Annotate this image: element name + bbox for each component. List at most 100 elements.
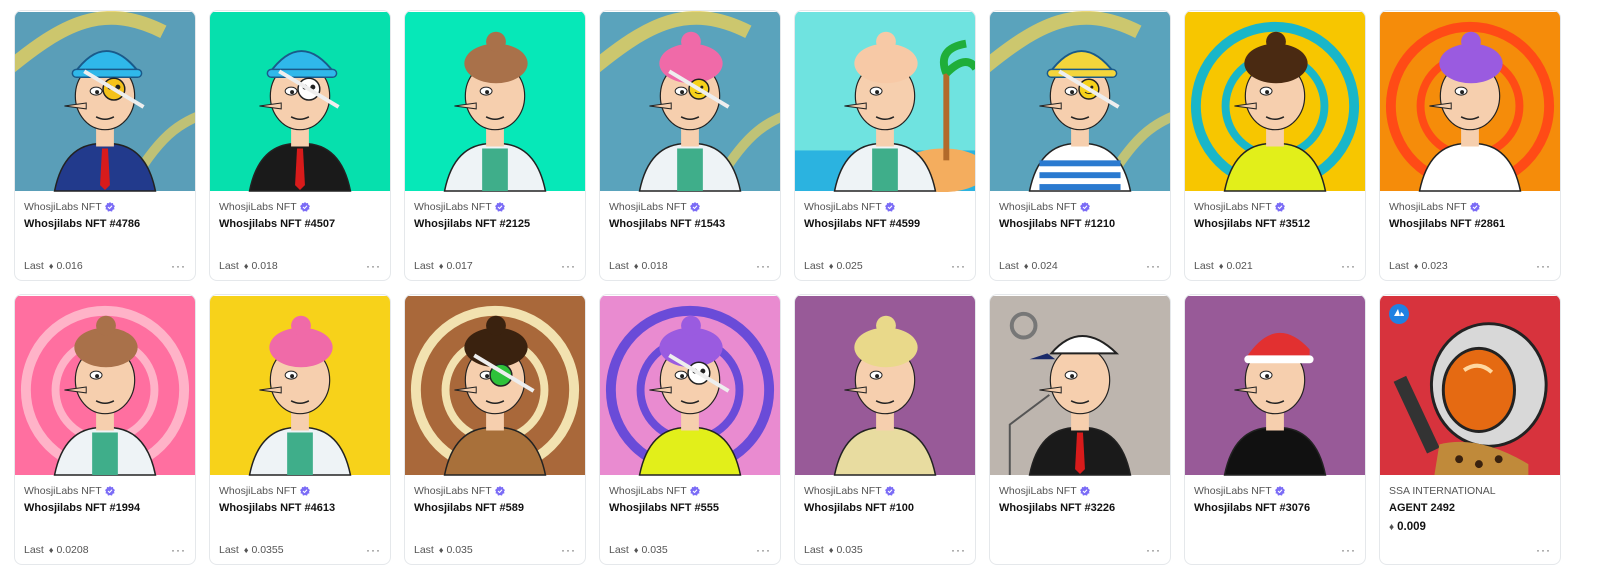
nft-card[interactable]: WhosjiLabs NFT Whosjilabs NFT #1994 Last ♦ 0… (14, 294, 196, 565)
nft-image[interactable] (405, 295, 585, 476)
collection-name[interactable]: WhosjiLabs NFT (24, 200, 186, 214)
collection-label: WhosjiLabs NFT (609, 485, 687, 497)
verified-badge-icon (494, 202, 505, 212)
nft-name[interactable]: Whosjilabs NFT #3512 (1194, 218, 1356, 230)
nft-card[interactable]: WhosjiLabs NFT Whosjilabs NFT #100 Last ♦ 0.… (794, 294, 976, 565)
nft-image[interactable] (15, 11, 195, 192)
more-options-icon[interactable]: ··· (366, 259, 381, 273)
nft-name[interactable]: Whosjilabs NFT #2861 (1389, 218, 1551, 230)
nft-card[interactable]: SSA INTERNATIONAL AGENT 2492 ♦ 0.009 ··· (1379, 294, 1561, 565)
nft-name[interactable]: Whosjilabs NFT #2125 (414, 218, 576, 230)
nft-name[interactable]: Whosjilabs NFT #4613 (219, 502, 381, 514)
nft-card[interactable]: WhosjiLabs NFT Whosjilabs NFT #589 Last ♦ 0.… (404, 294, 586, 565)
more-options-icon[interactable]: ··· (1536, 259, 1551, 273)
nft-name[interactable]: Whosjilabs NFT #555 (609, 502, 771, 514)
more-options-icon[interactable]: ··· (561, 543, 576, 557)
collection-name[interactable]: WhosjiLabs NFT (414, 200, 576, 214)
collection-name[interactable]: WhosjiLabs NFT (1194, 484, 1356, 498)
nft-card[interactable]: WhosjiLabs NFT Whosjilabs NFT #4786 Last ♦ 0… (14, 10, 196, 281)
last-sale-price: 0.035 (446, 544, 473, 556)
nft-image[interactable] (405, 11, 585, 192)
collection-name[interactable]: WhosjiLabs NFT (219, 200, 381, 214)
nft-card[interactable]: WhosjiLabs NFT Whosjilabs NFT #555 Last ♦ 0.… (599, 294, 781, 565)
last-sale-price: 0.025 (836, 260, 863, 272)
collection-name[interactable]: WhosjiLabs NFT (24, 484, 186, 498)
ethereum-icon: ♦ (48, 545, 54, 555)
nft-name[interactable]: Whosjilabs NFT #4786 (24, 218, 186, 230)
more-options-icon[interactable]: ··· (756, 543, 771, 557)
ethereum-icon: ♦ (1218, 261, 1224, 271)
nft-card[interactable]: WhosjiLabs NFT Whosjilabs NFT #3512 Last ♦ 0… (1184, 10, 1366, 281)
ethereum-icon: ♦ (438, 545, 444, 555)
nft-name[interactable]: Whosjilabs NFT #100 (804, 502, 966, 514)
more-options-icon[interactable]: ··· (1536, 543, 1551, 557)
collection-label: WhosjiLabs NFT (414, 485, 492, 497)
nft-card[interactable]: WhosjiLabs NFT Whosjilabs NFT #3226 ··· (989, 294, 1171, 565)
nft-name[interactable]: Whosjilabs NFT #4507 (219, 218, 381, 230)
nft-image[interactable] (210, 295, 390, 476)
nft-card[interactable]: WhosjiLabs NFT Whosjilabs NFT #2125 Last ♦ 0… (404, 10, 586, 281)
chain-badge-icon (1389, 304, 1409, 324)
nft-card[interactable]: WhosjiLabs NFT Whosjilabs NFT #2861 Last ♦ 0… (1379, 10, 1561, 281)
nft-card[interactable]: WhosjiLabs NFT Whosjilabs NFT #4599 Last ♦ 0… (794, 10, 976, 281)
more-options-icon[interactable]: ··· (1341, 543, 1356, 557)
collection-name[interactable]: WhosjiLabs NFT (1194, 200, 1356, 214)
nft-image[interactable] (795, 11, 975, 192)
more-options-icon[interactable]: ··· (1146, 259, 1161, 273)
nft-card[interactable]: WhosjiLabs NFT Whosjilabs NFT #3076 ··· (1184, 294, 1366, 565)
nft-card[interactable]: WhosjiLabs NFT Whosjilabs NFT #4613 Last ♦ 0… (209, 294, 391, 565)
verified-badge-icon (1079, 202, 1090, 212)
nft-name[interactable]: Whosjilabs NFT #1994 (24, 502, 186, 514)
verified-badge-icon (689, 202, 700, 212)
more-options-icon[interactable]: ··· (756, 259, 771, 273)
nft-image[interactable] (1185, 295, 1365, 476)
nft-name[interactable]: AGENT 2492 (1389, 502, 1551, 514)
nft-image[interactable] (1185, 11, 1365, 192)
nft-image[interactable] (990, 295, 1170, 476)
collection-name[interactable]: WhosjiLabs NFT (609, 484, 771, 498)
collection-name[interactable]: WhosjiLabs NFT (804, 484, 966, 498)
more-options-icon[interactable]: ··· (951, 259, 966, 273)
nft-name[interactable]: Whosjilabs NFT #589 (414, 502, 576, 514)
collection-name[interactable]: WhosjiLabs NFT (414, 484, 576, 498)
nft-image[interactable] (210, 11, 390, 192)
collection-name[interactable]: WhosjiLabs NFT (999, 200, 1161, 214)
collection-label: WhosjiLabs NFT (1389, 201, 1467, 213)
nft-image[interactable] (990, 11, 1170, 192)
last-sale-label: Last (1194, 260, 1214, 272)
nft-name[interactable]: Whosjilabs NFT #4599 (804, 218, 966, 230)
nft-image[interactable] (1380, 11, 1560, 192)
more-options-icon[interactable]: ··· (951, 543, 966, 557)
verified-badge-icon (1079, 486, 1090, 496)
nft-name[interactable]: Whosjilabs NFT #1543 (609, 218, 771, 230)
more-options-icon[interactable]: ··· (171, 259, 186, 273)
nft-name[interactable]: Whosjilabs NFT #1210 (999, 218, 1161, 230)
verified-badge-icon (884, 202, 895, 212)
collection-name[interactable]: SSA INTERNATIONAL (1389, 484, 1551, 498)
more-options-icon[interactable]: ··· (1341, 259, 1356, 273)
last-sale-price: 0.018 (641, 260, 668, 272)
nft-image[interactable] (600, 295, 780, 476)
collection-name[interactable]: WhosjiLabs NFT (609, 200, 771, 214)
more-options-icon[interactable]: ··· (366, 543, 381, 557)
nft-image[interactable] (795, 295, 975, 476)
nft-card[interactable]: WhosjiLabs NFT Whosjilabs NFT #1210 Last ♦ 0… (989, 10, 1171, 281)
ethereum-icon: ♦ (48, 261, 54, 271)
verified-badge-icon (884, 486, 895, 496)
nft-card[interactable]: WhosjiLabs NFT Whosjilabs NFT #1543 Last ♦ 0… (599, 10, 781, 281)
collection-name[interactable]: WhosjiLabs NFT (999, 484, 1161, 498)
more-options-icon[interactable]: ··· (1146, 543, 1161, 557)
verified-badge-icon (104, 202, 115, 212)
nft-name[interactable]: Whosjilabs NFT #3076 (1194, 502, 1356, 514)
verified-badge-icon (1274, 202, 1285, 212)
nft-image[interactable] (600, 11, 780, 192)
nft-image[interactable] (15, 295, 195, 476)
collection-name[interactable]: WhosjiLabs NFT (804, 200, 966, 214)
collection-name[interactable]: WhosjiLabs NFT (1389, 200, 1551, 214)
more-options-icon[interactable]: ··· (171, 543, 186, 557)
collection-name[interactable]: WhosjiLabs NFT (219, 484, 381, 498)
nft-card[interactable]: WhosjiLabs NFT Whosjilabs NFT #4507 Last ♦ 0… (209, 10, 391, 281)
more-options-icon[interactable]: ··· (561, 259, 576, 273)
collection-label: WhosjiLabs NFT (24, 485, 102, 497)
nft-name[interactable]: Whosjilabs NFT #3226 (999, 502, 1161, 514)
